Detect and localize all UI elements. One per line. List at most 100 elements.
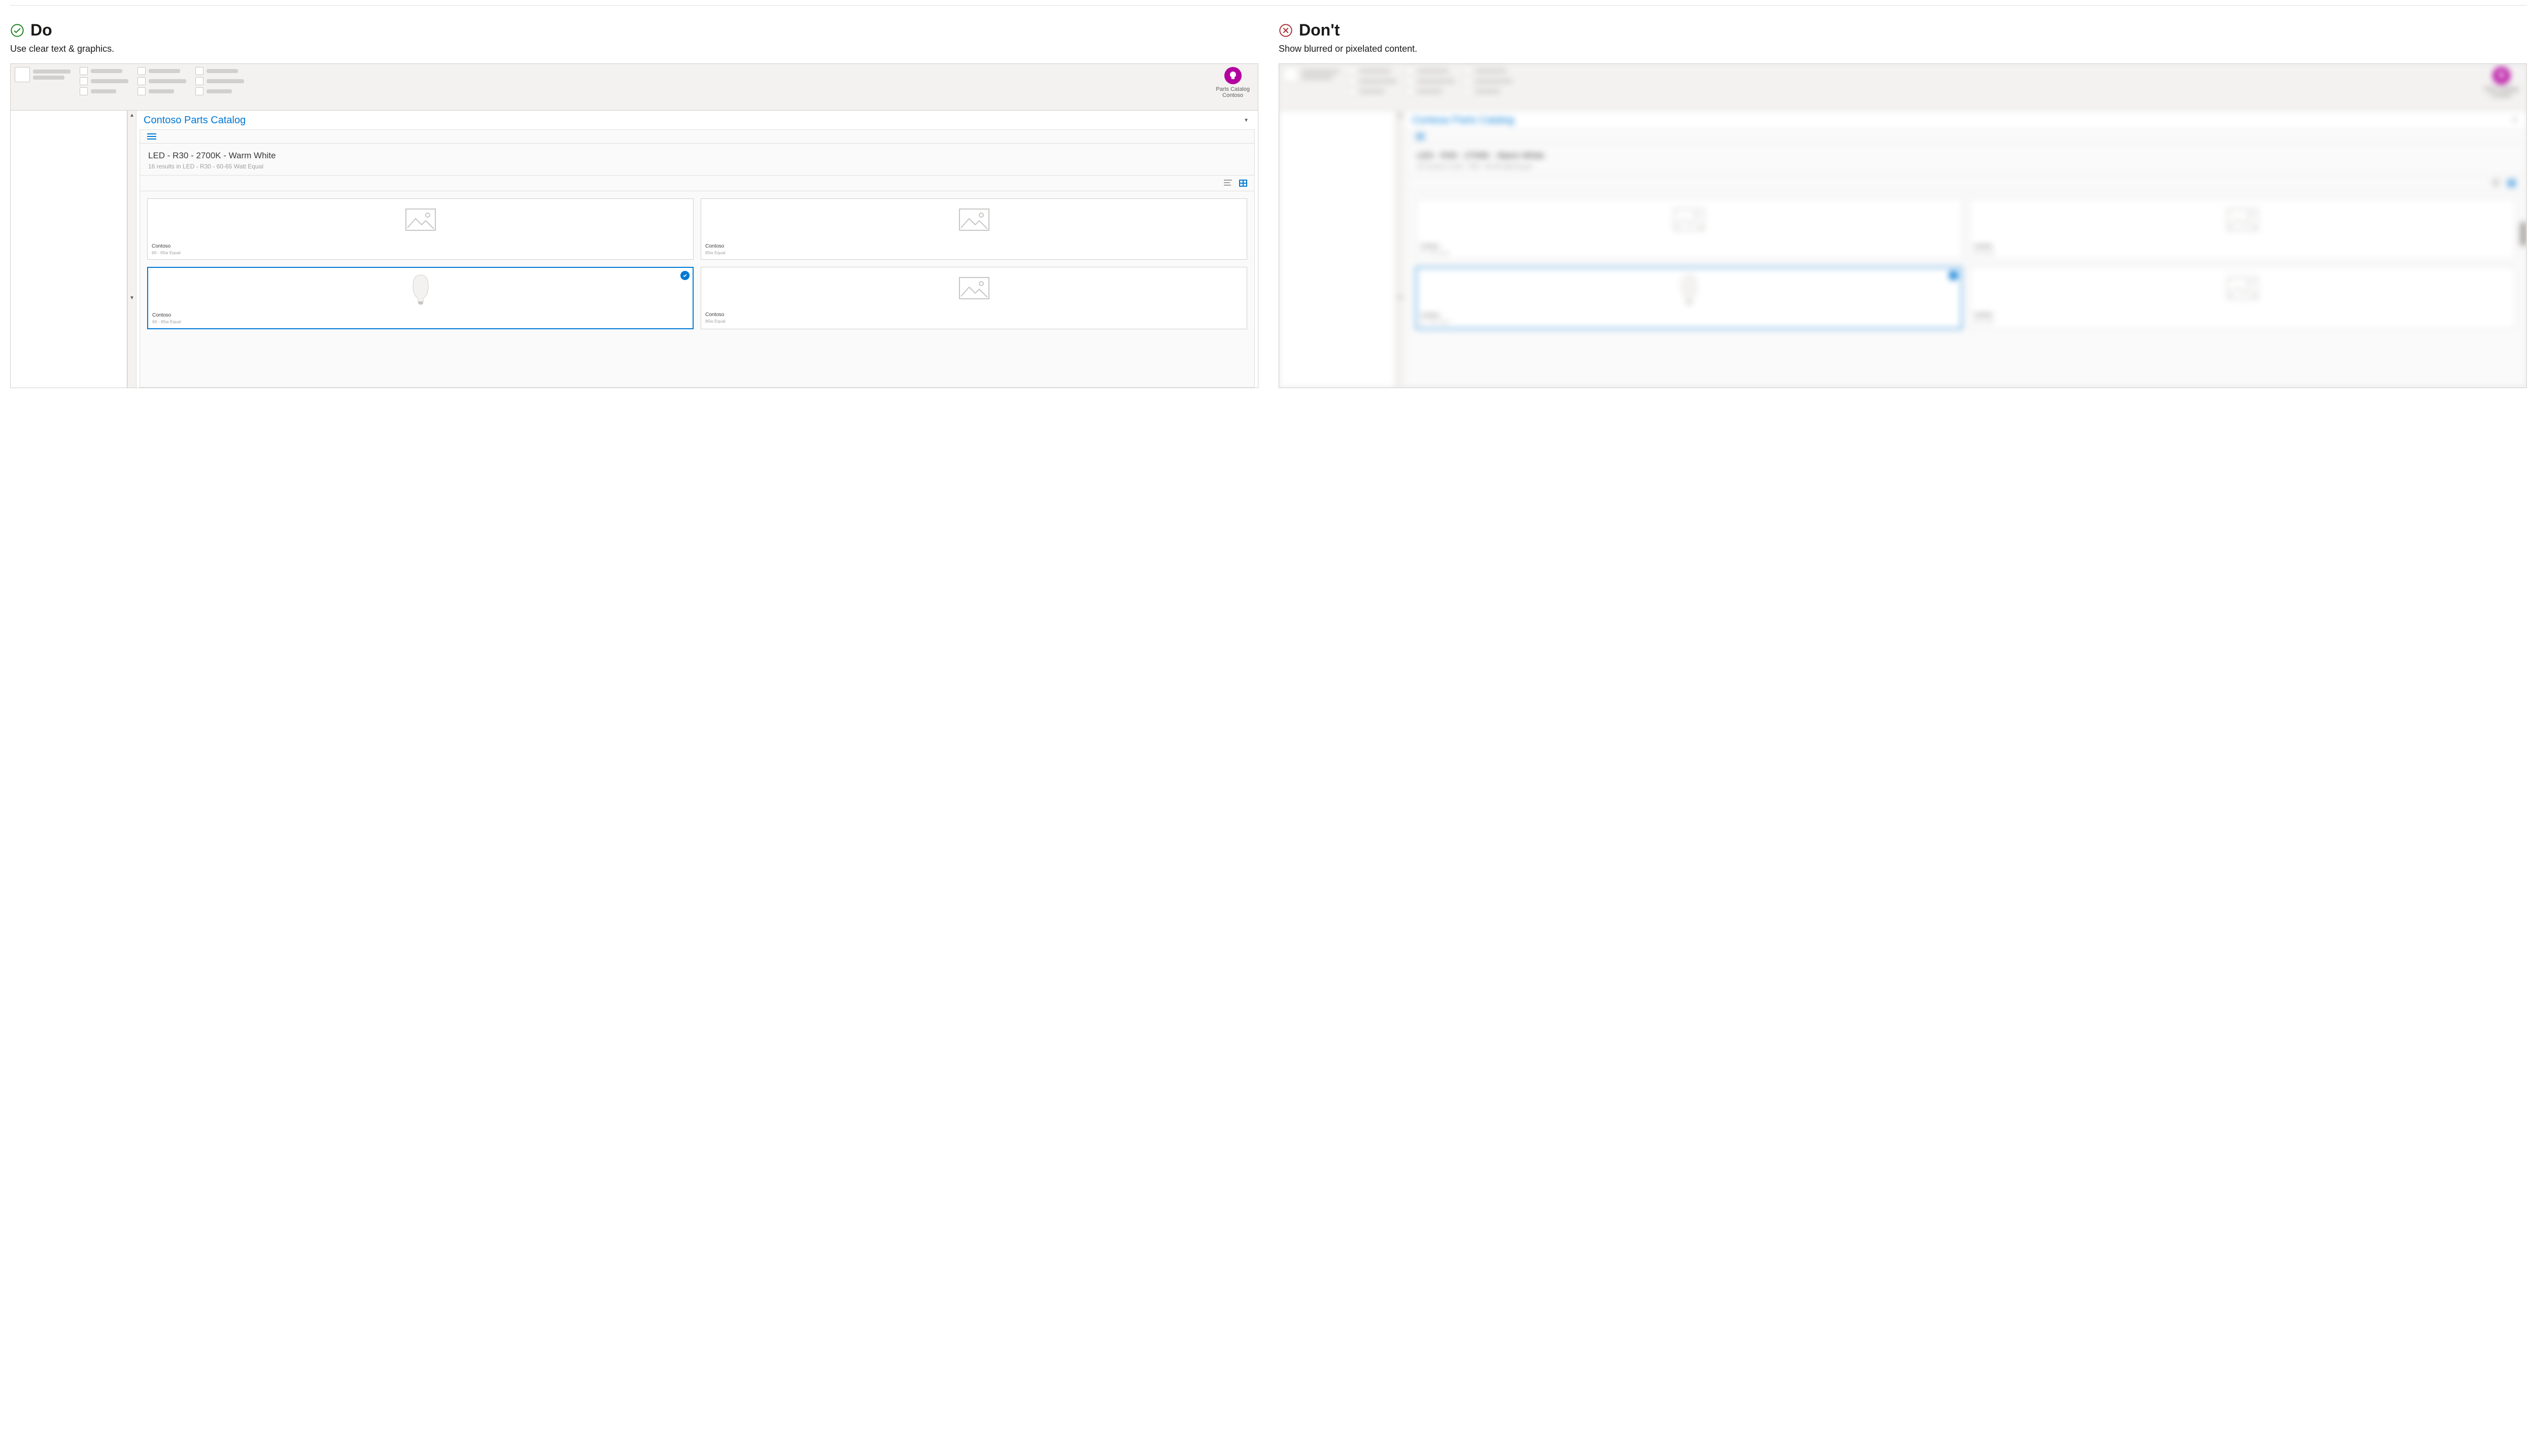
product-spec: 85w Equal	[705, 250, 1243, 255]
placeholder-image-icon	[2227, 277, 2258, 299]
scroll-up-icon[interactable]: ▲	[1396, 111, 1404, 120]
ribbon-placeholder-check[interactable]	[1283, 67, 1298, 82]
ribbon-addin-button[interactable]: Parts Catalog Contoso	[1212, 67, 1254, 108]
ribbon-placeholder-check[interactable]	[195, 87, 203, 95]
ribbon-placeholder-line	[149, 79, 186, 83]
selected-check-icon	[1949, 271, 1958, 280]
ribbon-placeholder-line	[1475, 89, 1500, 93]
ribbon-placeholder-line	[1359, 79, 1397, 83]
addin-name: Parts Catalog	[1216, 86, 1250, 92]
filter-results-count: 16 results in LED - R30 - 60-65 Watt Equ…	[1417, 163, 2515, 170]
dont-screenshot: Parts Catalog Contoso ▲ ▼ Contoso Parts …	[1279, 63, 2527, 388]
ribbon-placeholder-line	[33, 76, 64, 80]
product-spec: 60 - 65w Equal	[152, 250, 689, 255]
pane-title: Contoso Parts Catalog	[1412, 115, 2510, 126]
product-card[interactable]: Contoso 60 - 65w Equal	[1416, 267, 1962, 329]
dont-heading: Don't	[1299, 21, 1340, 40]
product-card[interactable]: Contoso 60 - 65w Equal	[1416, 198, 1962, 260]
ribbon-placeholder-check[interactable]	[1406, 77, 1414, 85]
filter-summary: LED - R30 - 2700K - Warm White 16 result…	[1409, 144, 2523, 176]
product-card[interactable]: Contoso 85w Equal	[701, 198, 1247, 260]
do-column: Do Use clear text & graphics.	[10, 21, 1258, 388]
ribbon-placeholder-check[interactable]	[80, 67, 88, 75]
product-spec: 60 - 65w Equal	[1420, 250, 1958, 255]
do-subtitle: Use clear text & graphics.	[10, 44, 1258, 54]
document-page	[1279, 111, 1396, 388]
ribbon-placeholder-check[interactable]	[138, 77, 146, 85]
product-spec: 85w Equal	[1974, 319, 2511, 324]
placeholder-image-icon	[2227, 209, 2258, 231]
filter-results-count: 16 results in LED - R30 - 60-65 Watt Equ…	[148, 163, 1246, 170]
ribbon-placeholder-line	[1475, 69, 1506, 73]
product-bulb-image	[409, 272, 432, 305]
scrollbar[interactable]: ▲ ▼	[127, 111, 136, 388]
ribbon-placeholder-line	[207, 89, 232, 93]
ribbon-placeholder-check[interactable]	[15, 67, 30, 82]
scrollbar-thumb[interactable]	[2520, 222, 2526, 246]
pane-menu-caret-icon[interactable]: ▼	[1242, 116, 1251, 125]
ribbon-placeholder-check[interactable]	[1464, 77, 1472, 85]
ribbon-addin-button[interactable]: Parts Catalog Contoso	[2480, 67, 2522, 108]
product-brand: Contoso	[152, 313, 689, 318]
ribbon-placeholder-check[interactable]	[1464, 67, 1472, 75]
ribbon-placeholder-line	[33, 70, 71, 74]
ribbon-placeholder-line	[1301, 76, 1333, 80]
ribbon-placeholder-check[interactable]	[1464, 87, 1472, 95]
ribbon-placeholder-check[interactable]	[1406, 87, 1414, 95]
filter-summary: LED - R30 - 2700K - Warm White 16 result…	[140, 144, 1254, 176]
ribbon-placeholder-check[interactable]	[1406, 67, 1414, 75]
ribbon-placeholder-check[interactable]	[195, 67, 203, 75]
ribbon-placeholder-line	[1417, 69, 1449, 73]
product-spec: 60 - 65w Equal	[1421, 319, 1957, 324]
scroll-down-icon[interactable]: ▼	[1396, 293, 1404, 302]
addin-company: Contoso	[2484, 92, 2518, 98]
scroll-down-icon[interactable]: ▼	[128, 293, 136, 302]
list-view-button[interactable]	[2492, 180, 2500, 187]
ribbon-placeholder-line	[91, 69, 122, 73]
addin-company: Contoso	[1216, 92, 1250, 98]
grid-view-button[interactable]	[1239, 180, 1247, 187]
ribbon-placeholder-check[interactable]	[195, 77, 203, 85]
ribbon: Parts Catalog Contoso	[1279, 64, 2526, 111]
x-circle-icon	[1279, 23, 1293, 38]
product-brand: Contoso	[1421, 313, 1957, 318]
dont-subtitle: Show blurred or pixelated content.	[1279, 44, 2527, 54]
ribbon-placeholder-line	[1475, 79, 1513, 83]
product-card[interactable]: Contoso 60 - 65w Equal	[147, 198, 694, 260]
placeholder-image-icon	[1674, 209, 1704, 231]
product-card[interactable]: Contoso 85w Equal	[1969, 267, 2516, 329]
ribbon-placeholder-check[interactable]	[1348, 77, 1356, 85]
product-brand: Contoso	[1974, 312, 2511, 318]
ribbon-placeholder-check[interactable]	[138, 87, 146, 95]
ribbon-placeholder-check[interactable]	[80, 87, 88, 95]
document-body: ▲ ▼ Contoso Parts Catalog ▼ LED - R30 - …	[1279, 111, 2526, 388]
addin-name: Parts Catalog	[2484, 86, 2518, 92]
ribbon-placeholder-check[interactable]	[1348, 67, 1356, 75]
product-card[interactable]: Contoso 85w Equal	[1969, 198, 2516, 260]
pane-menu-caret-icon[interactable]: ▼	[2510, 116, 2519, 125]
product-grid: Contoso 60 - 65w Equal Conto	[140, 191, 1254, 336]
product-card[interactable]: Contoso 60 - 65w Equal	[147, 267, 694, 329]
ribbon-placeholder-line	[1417, 79, 1455, 83]
ribbon-placeholder-line	[1359, 89, 1385, 93]
ribbon-placeholder-line	[149, 89, 174, 93]
placeholder-image-icon	[959, 277, 989, 299]
placeholder-image-icon	[959, 209, 989, 231]
hamburger-menu-button[interactable]	[140, 130, 1254, 144]
ribbon-placeholder-line	[1359, 69, 1391, 73]
scroll-up-icon[interactable]: ▲	[128, 111, 136, 120]
do-screenshot: Parts Catalog Contoso ▲ ▼ Contoso Parts …	[10, 63, 1258, 388]
ribbon-placeholder-check[interactable]	[80, 77, 88, 85]
ribbon-placeholder-check[interactable]	[138, 67, 146, 75]
scrollbar[interactable]: ▲ ▼	[1396, 111, 1405, 388]
dont-column: Don't Show blurred or pixelated content.	[1279, 21, 2527, 388]
list-view-button[interactable]	[1224, 180, 1232, 187]
document-page	[11, 111, 127, 388]
ribbon-placeholder-line	[91, 89, 116, 93]
hamburger-menu-button[interactable]	[1409, 130, 2523, 144]
grid-view-button[interactable]	[2508, 180, 2516, 187]
product-bulb-image	[1677, 272, 1701, 305]
product-card[interactable]: Contoso 85w Equal	[701, 267, 1247, 329]
filter-title: LED - R30 - 2700K - Warm White	[148, 151, 1246, 161]
ribbon-placeholder-check[interactable]	[1348, 87, 1356, 95]
